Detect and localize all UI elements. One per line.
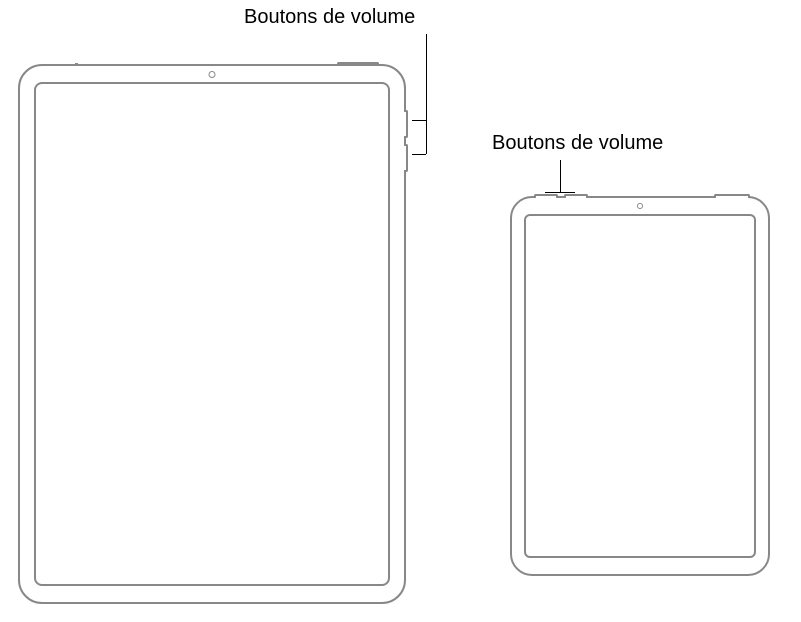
label-volume-small: Boutons de volume <box>492 132 663 155</box>
ipad-large-volume-up-button <box>404 110 408 138</box>
leader-line-small-vertical <box>560 160 561 192</box>
ipad-small-volume-down-button <box>564 194 588 198</box>
ipad-large-volume-down-button <box>404 144 408 172</box>
ipad-large-front-camera <box>209 71 216 78</box>
ipad-large-top-button <box>337 62 379 66</box>
leader-line-large-tick-down <box>412 154 426 155</box>
label-volume-large: Boutons de volume <box>244 6 415 29</box>
leader-line-large-vertical <box>426 34 427 154</box>
ipad-large-screen <box>34 82 390 586</box>
leader-line-small-horizontal <box>545 192 575 193</box>
ipad-small-volume-up-button <box>534 194 558 198</box>
ipad-small-front-camera <box>637 203 643 209</box>
ipad-small-screen <box>524 214 756 558</box>
ipad-small <box>510 196 770 576</box>
ipad-large <box>18 64 406 604</box>
ipad-large-top-detail <box>75 63 78 66</box>
leader-line-large-tick-up <box>412 120 426 121</box>
ipad-small-top-button <box>714 194 750 198</box>
